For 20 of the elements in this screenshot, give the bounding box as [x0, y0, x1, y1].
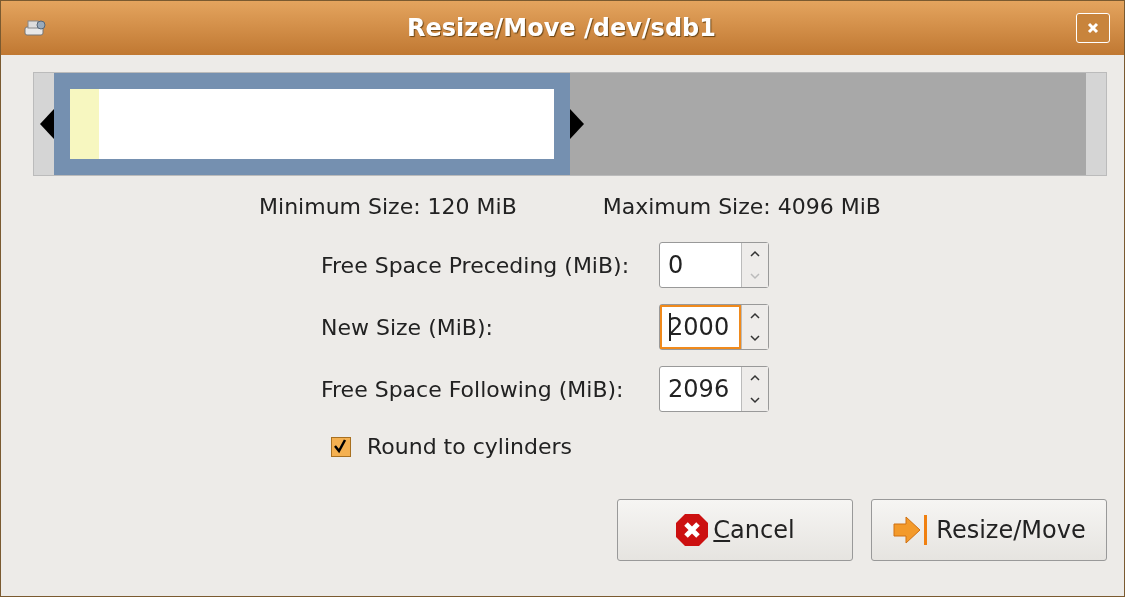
close-icon	[1086, 21, 1100, 35]
checkbox[interactable]	[331, 436, 351, 457]
window-title: Resize/Move /dev/sdb1	[406, 14, 717, 42]
field-label: Free Space Preceding (MiB):	[321, 252, 630, 278]
disk-icon	[23, 18, 47, 38]
maximum-size-label: Maximum Size: 4096 MiB	[602, 194, 881, 219]
spin-field[interactable]: 2096	[659, 366, 770, 412]
minimum-size-label: Minimum Size: 120 MiB	[259, 194, 517, 219]
checkbox-label: Round to cylinders	[367, 434, 572, 459]
field-value: 2096	[668, 375, 730, 403]
field-value: 0	[668, 251, 684, 279]
cancel-button[interactable]: Cancel	[617, 499, 853, 561]
spin-field[interactable]: 0	[659, 242, 770, 288]
field-value: 2000	[668, 313, 730, 341]
resize-move-button[interactable]: Resize/Move	[871, 499, 1107, 561]
stop-icon	[675, 513, 710, 547]
field-label: New Size (MiB):	[321, 314, 494, 340]
spin-field[interactable]: 2000	[659, 304, 770, 350]
field-label: Free Space Following (MiB):	[321, 376, 625, 402]
close-button[interactable]	[1076, 13, 1110, 43]
